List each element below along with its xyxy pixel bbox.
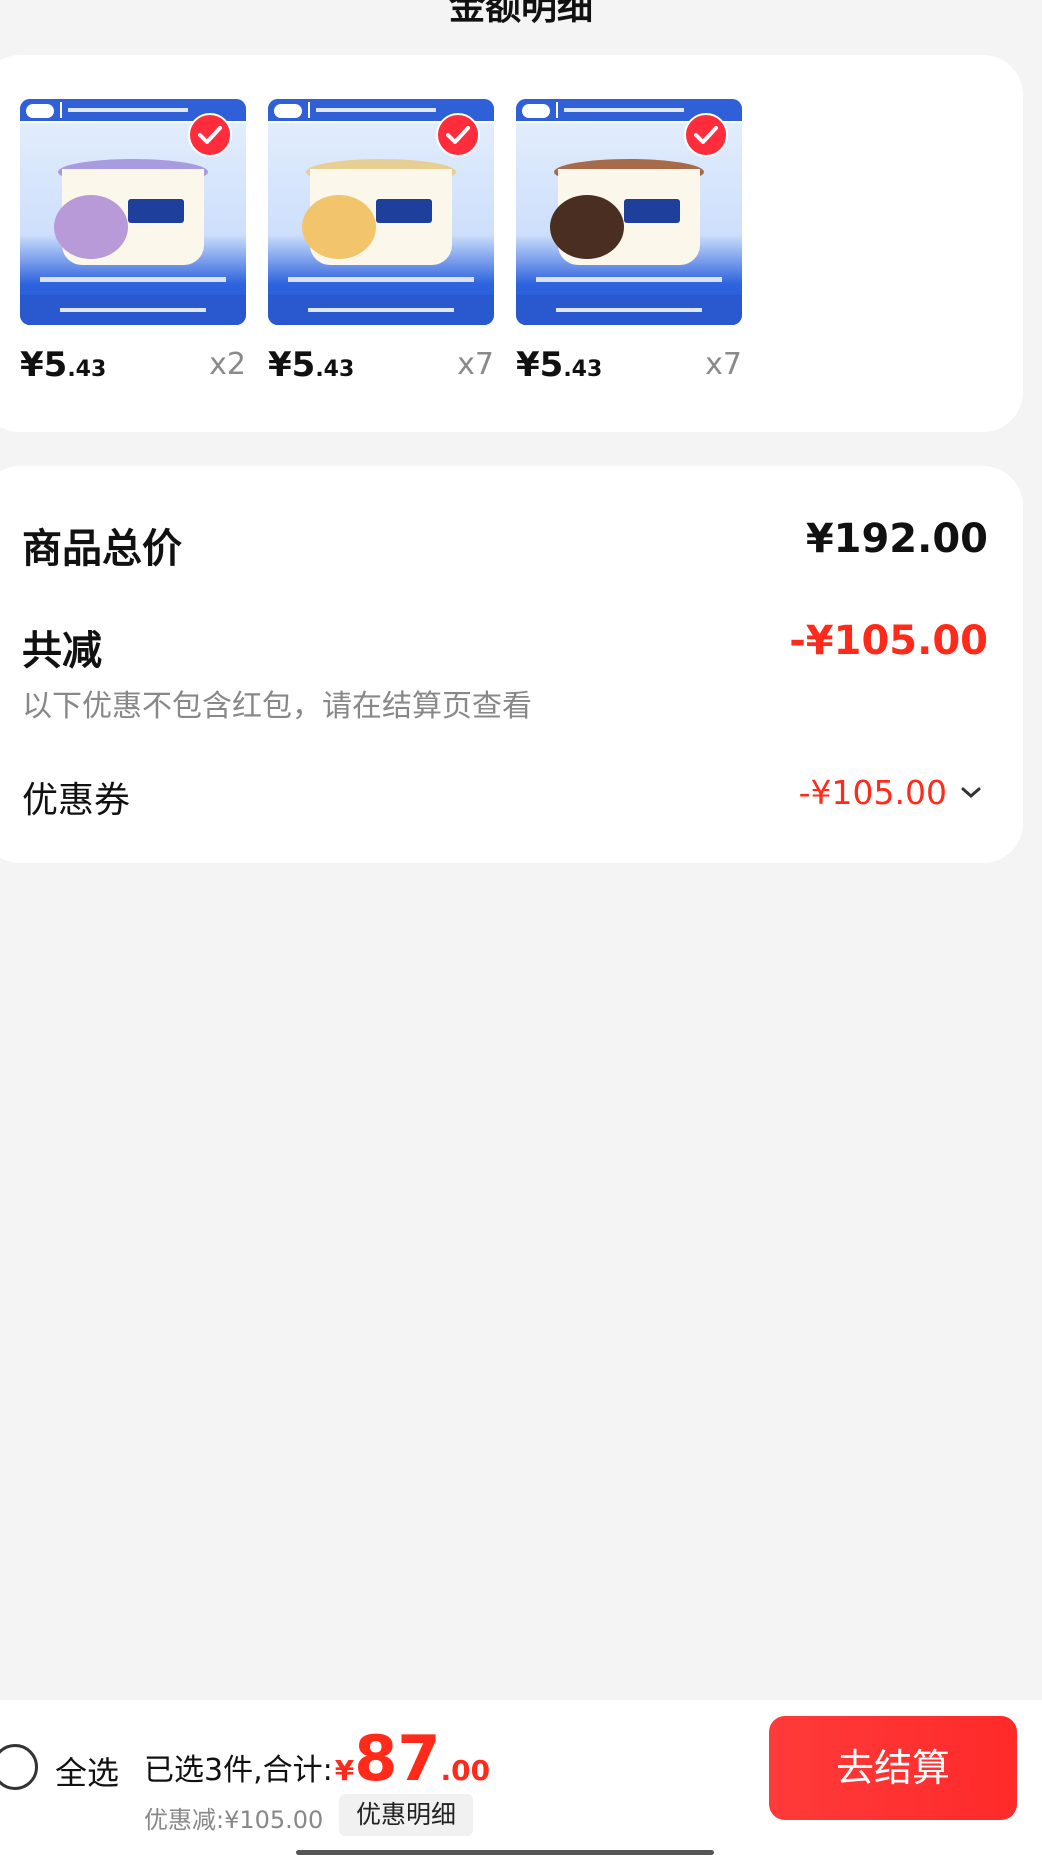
selected-summary: 已选3件,合计:	[144, 1753, 333, 1788]
chevron-down-icon[interactable]	[959, 784, 983, 802]
home-indicator	[296, 1850, 714, 1855]
product-price: ¥5.43	[516, 345, 603, 385]
coupon-value[interactable]: -¥105.00	[799, 773, 947, 812]
checked-icon[interactable]	[436, 113, 480, 157]
order-total: 已选3件,合计: ¥ 87 .00	[144, 1728, 490, 1790]
close-icon[interactable]	[960, 0, 1006, 12]
product-item[interactable]: ¥5.43 x7	[516, 99, 742, 393]
total-amount-decimal: .00	[440, 1754, 491, 1787]
reduction-note: 以下优惠不包含红包，请在结算页查看	[22, 689, 532, 724]
product-image	[20, 99, 246, 325]
product-item[interactable]: ¥5.43 x7	[268, 99, 494, 393]
checkout-button[interactable]: 去结算	[769, 1716, 1017, 1820]
modal-title: 金额明细	[448, 0, 593, 28]
product-item[interactable]: ¥5.43 x2	[20, 99, 246, 393]
reduction-label: 共减	[22, 628, 102, 674]
product-quantity: x2	[209, 347, 246, 382]
product-price: ¥5.43	[20, 345, 107, 385]
product-quantity: x7	[705, 347, 742, 382]
product-image	[516, 99, 742, 325]
amount-detail-sheet: 金额明细 ¥5.43 x2 ¥5.43 x7 ¥5.43 x7 商品总价 ¥19…	[0, 0, 1042, 1855]
product-quantity: x7	[457, 347, 494, 382]
checkout-bar: 全选 已选3件,合计: ¥ 87 .00 优惠减:¥105.00 优惠明细 去结…	[0, 1700, 1042, 1855]
discount-detail-button[interactable]: 优惠明细	[339, 1794, 474, 1836]
total-amount: 87	[354, 1722, 441, 1795]
goods-total-label: 商品总价	[22, 526, 182, 572]
reduction-value: -¥105.00	[789, 618, 988, 664]
coupon-label: 优惠券	[22, 780, 131, 821]
select-all-label[interactable]: 全选	[55, 1748, 119, 1794]
checked-icon[interactable]	[684, 113, 728, 157]
product-price: ¥5.43	[268, 345, 355, 385]
product-list-card: ¥5.43 x2 ¥5.43 x7 ¥5.43 x7	[0, 55, 1023, 432]
discount-text: 优惠减:¥105.00	[144, 1806, 324, 1834]
checked-icon[interactable]	[188, 113, 232, 157]
price-summary-card: 商品总价 ¥192.00 共减 -¥105.00 以下优惠不包含红包，请在结算页…	[0, 466, 1023, 863]
goods-total-value: ¥192.00	[805, 516, 988, 562]
total-currency: ¥	[334, 1754, 355, 1787]
product-image	[268, 99, 494, 325]
select-all-radio[interactable]	[0, 1744, 38, 1790]
